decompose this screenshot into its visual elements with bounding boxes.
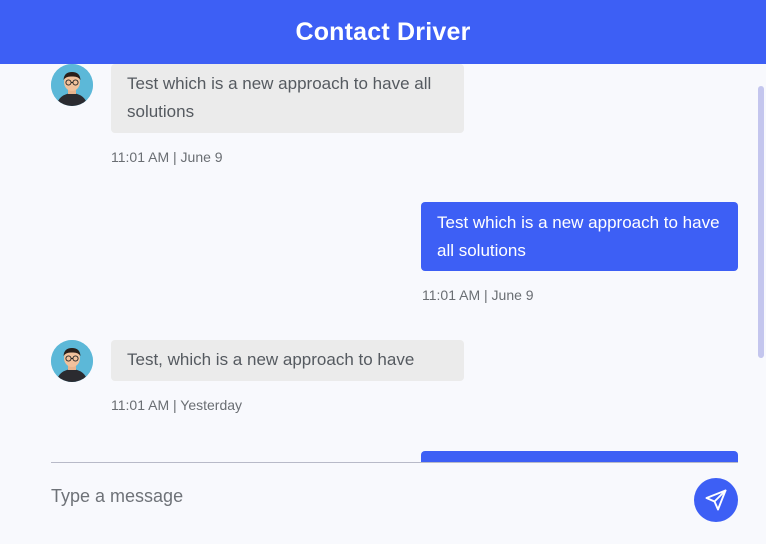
- outgoing-message-bubble[interactable]: [421, 451, 738, 462]
- incoming-message-bubble[interactable]: Test, which is a new approach to have: [111, 340, 464, 381]
- send-button[interactable]: [694, 478, 738, 522]
- message-timestamp: 11:01 AM | Yesterday: [111, 397, 243, 413]
- message-composer: [0, 462, 766, 544]
- scrollbar-thumb[interactable]: [758, 86, 764, 358]
- driver-avatar: [51, 64, 93, 106]
- outgoing-message-bubble[interactable]: Test which is a new approach to have all…: [421, 202, 738, 271]
- message-text: Test which is a new approach to have all…: [437, 213, 720, 260]
- header-title: Contact Driver: [295, 17, 471, 46]
- message-timestamp: 11:01 AM | June 9: [422, 287, 534, 303]
- message-list-scrollbar[interactable]: [756, 86, 766, 464]
- driver-avatar: [51, 340, 93, 382]
- message-timestamp: 11:01 AM | June 9: [111, 149, 223, 165]
- driver-avatar-image: [51, 64, 93, 106]
- message-list[interactable]: Test which is a new approach to have all…: [0, 64, 766, 462]
- incoming-message-bubble[interactable]: Test which is a new approach to have all…: [111, 64, 464, 133]
- message-text: Test, which is a new approach to have: [127, 350, 415, 369]
- chat-header: Contact Driver: [0, 0, 766, 64]
- message-input[interactable]: [51, 476, 671, 516]
- driver-avatar-image: [51, 340, 93, 382]
- send-icon: [705, 489, 727, 511]
- composer-divider: [51, 462, 738, 463]
- message-text: Test which is a new approach to have all…: [127, 74, 432, 121]
